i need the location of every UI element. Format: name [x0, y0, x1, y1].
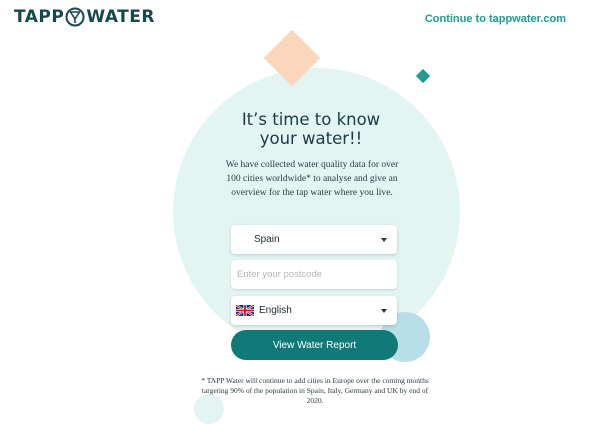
postcode-field[interactable] [231, 260, 397, 289]
intro-text: We have collected water quality data for… [225, 160, 399, 198]
teal-diamond-decoration [415, 68, 431, 84]
continue-to-site-link[interactable]: Continue to tappwater.com [425, 13, 566, 25]
footnote-text: * TAPP Water will continue to add cities… [201, 376, 429, 405]
page-title-line-2: your water!! [259, 129, 363, 148]
page-title-line-1: It’s time to know [241, 110, 381, 129]
country-value: Spain [254, 234, 280, 245]
logo-text-water: WATER [86, 7, 155, 27]
view-water-report-button[interactable]: View Water Report [231, 330, 398, 360]
chevron-down-icon [381, 308, 387, 313]
logo-text-tapp: TAPP [14, 7, 65, 27]
tap-icon [65, 7, 85, 27]
chevron-down-icon [381, 237, 387, 242]
country-select[interactable]: Spain [231, 225, 397, 254]
postcode-input[interactable] [237, 269, 397, 280]
page-title: It’s time to know your water!! [210, 110, 412, 148]
language-select[interactable]: English [231, 296, 397, 325]
tapp-water-logo[interactable]: TAPP WATER [14, 5, 155, 29]
language-value: English [259, 305, 292, 316]
uk-flag-icon [236, 305, 254, 316]
